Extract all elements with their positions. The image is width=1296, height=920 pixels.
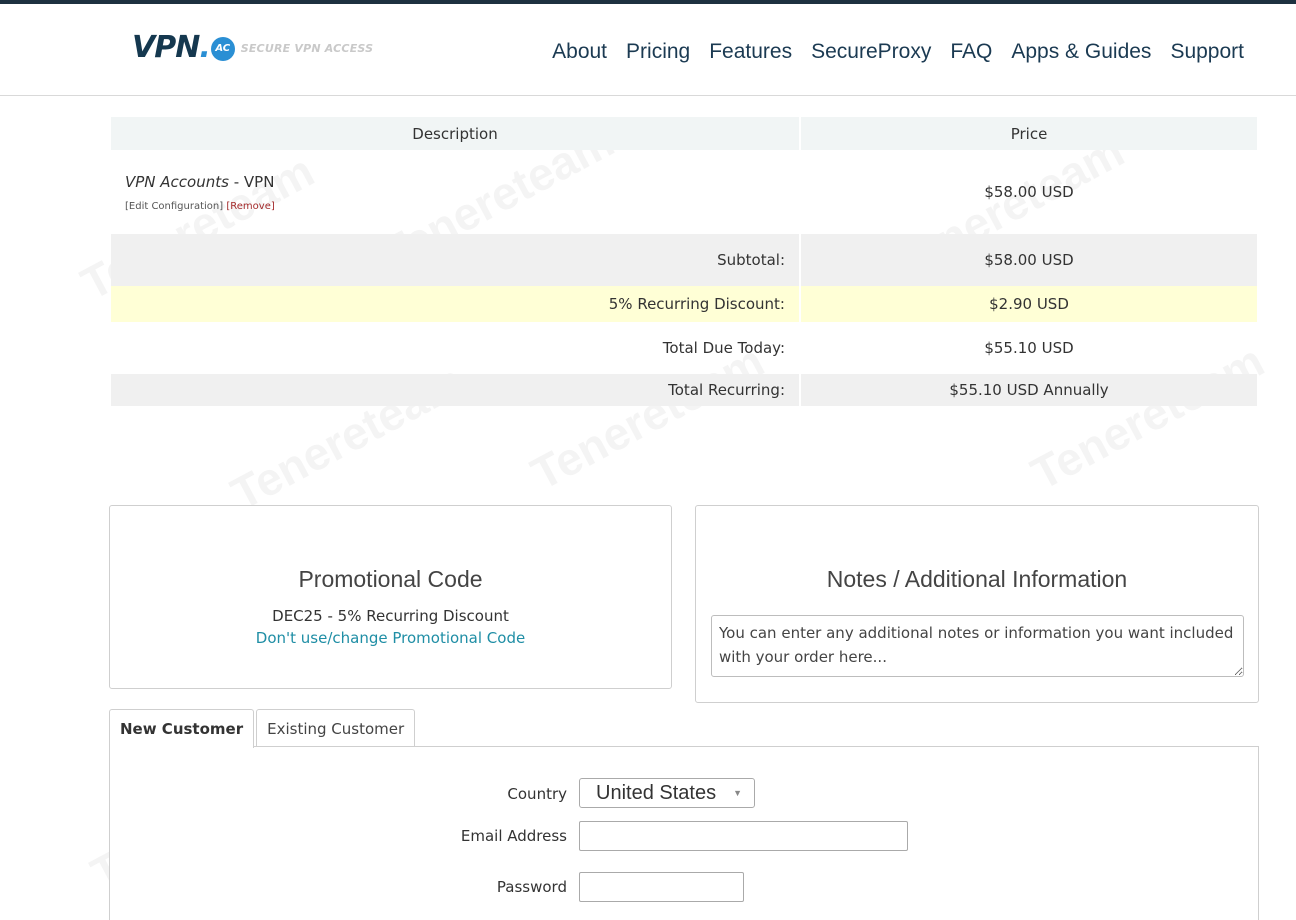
site-header: VPN. AC SECURE VPN ACCESS About Pricing …: [0, 4, 1296, 96]
tab-existing-customer[interactable]: Existing Customer: [256, 709, 416, 747]
col-header-price: Price: [801, 117, 1257, 150]
subtotal-value: $58.00 USD: [801, 234, 1257, 286]
discount-row: 5% Recurring Discount: $2.90 USD: [111, 286, 1257, 322]
notes-panel: Notes / Additional Information: [695, 505, 1259, 703]
total-due-row: Total Due Today: $55.10 USD: [111, 322, 1257, 374]
cart-item-title: VPN Accounts - VPN: [125, 172, 275, 191]
subtotal-row: Subtotal: $58.00 USD: [111, 234, 1257, 286]
password-field[interactable]: [579, 872, 744, 902]
discount-label: 5% Recurring Discount:: [111, 286, 799, 322]
nav-secureproxy[interactable]: SecureProxy: [811, 40, 931, 64]
customer-tabs: New Customer Existing Customer: [109, 709, 417, 748]
change-promo-link[interactable]: Don't use/change Promotional Code: [256, 629, 525, 647]
notes-textarea[interactable]: [711, 615, 1244, 677]
logo-tagline: SECURE VPN ACCESS: [240, 42, 374, 55]
nav-support[interactable]: Support: [1170, 40, 1244, 64]
country-selected-value: United States: [596, 781, 717, 804]
nav-pricing[interactable]: Pricing: [626, 40, 690, 64]
logo-wordmark: VPN.: [132, 30, 211, 65]
chevron-down-icon: ▼: [733, 788, 742, 798]
total-due-value: $55.10 USD: [984, 339, 1074, 357]
country-select[interactable]: United States ▼: [579, 778, 755, 808]
password-label: Password: [496, 878, 567, 896]
total-recurring-row: Total Recurring: $55.10 USD Annually: [111, 374, 1257, 406]
cart-item-row: VPN Accounts - VPN [Edit Configuration] …: [111, 150, 1257, 234]
tab-new-customer[interactable]: New Customer: [109, 709, 255, 748]
main-nav: About Pricing Features SecureProxy FAQ A…: [533, 40, 1244, 64]
cart-item-description: VPN Accounts - VPN [Edit Configuration] …: [111, 150, 799, 234]
promo-code-panel: Promotional Code DEC25 - 5% Recurring Di…: [109, 505, 672, 689]
col-header-description: Description: [111, 117, 799, 150]
total-recurring-label: Total Recurring:: [111, 374, 799, 406]
email-label: Email Address: [460, 827, 567, 845]
notes-title: Notes / Additional Information: [826, 566, 1128, 592]
country-label: Country: [507, 785, 567, 803]
total-recurring-value: $55.10 USD Annually: [801, 374, 1257, 406]
new-customer-form: Country United States ▼ Email Address Pa…: [109, 746, 1259, 920]
nav-about[interactable]: About: [552, 40, 607, 64]
cart-item-price: $58.00 USD: [984, 183, 1074, 201]
cart-table: Description Price VPN Accounts - VPN [Ed…: [109, 117, 1259, 406]
site-logo[interactable]: VPN. AC SECURE VPN ACCESS: [132, 30, 373, 65]
nav-apps-guides[interactable]: Apps & Guides: [1011, 40, 1151, 64]
email-field[interactable]: [579, 821, 908, 851]
subtotal-label: Subtotal:: [111, 234, 799, 286]
promo-title: Promotional Code: [298, 566, 483, 592]
discount-value: $2.90 USD: [801, 286, 1257, 322]
logo-badge: AC: [210, 36, 235, 61]
nav-features[interactable]: Features: [709, 40, 792, 64]
promo-applied-code: DEC25 - 5% Recurring Discount: [272, 607, 509, 625]
nav-faq[interactable]: FAQ: [950, 40, 992, 64]
edit-configuration-link[interactable]: [Edit Configuration]: [125, 201, 223, 212]
total-due-label: Total Due Today:: [662, 339, 785, 357]
remove-item-link[interactable]: [Remove]: [226, 201, 274, 212]
